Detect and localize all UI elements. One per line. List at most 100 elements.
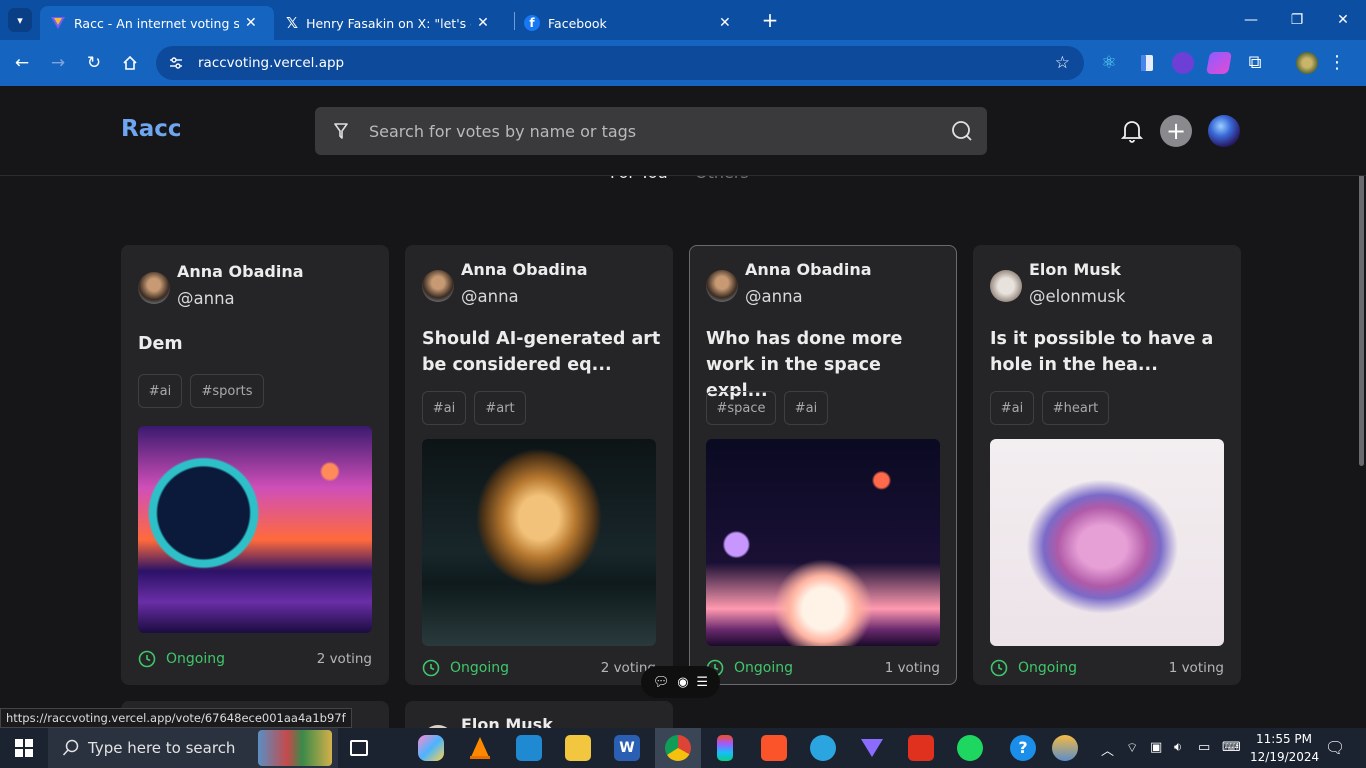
clock-icon <box>990 659 1008 677</box>
vote-card[interactable]: Anna Obadina @anna Who has done more wor… <box>689 245 957 685</box>
tag-chip[interactable]: #ai <box>784 391 828 425</box>
vlc-icon[interactable] <box>467 735 493 761</box>
avatar <box>990 270 1022 302</box>
status-ongoing: Ongoing <box>138 650 225 668</box>
copilot-icon[interactable] <box>418 735 444 761</box>
help-icon[interactable]: ? <box>1010 735 1036 761</box>
tag-chip[interactable]: #ai <box>990 391 1034 425</box>
task-view-icon[interactable] <box>350 740 368 756</box>
figma-icon[interactable] <box>717 735 733 761</box>
profile-avatar[interactable] <box>1296 52 1318 74</box>
taskbar-search[interactable]: Type here to search <box>48 728 338 768</box>
author-handle: @anna <box>461 287 519 306</box>
new-tab-button[interactable]: + <box>758 8 782 32</box>
vercel-favicon-icon <box>51 17 65 29</box>
tab-search-button[interactable]: ▾ <box>8 8 32 32</box>
star-icon[interactable]: ☆ <box>1055 53 1070 73</box>
close-window-button[interactable]: ✕ <box>1320 0 1366 40</box>
user-avatar[interactable] <box>1208 115 1240 147</box>
close-icon[interactable]: ✕ <box>245 15 257 31</box>
author-name: Anna Obadina <box>177 262 304 281</box>
tab-facebook[interactable]: f Facebook ✕ <box>514 6 748 40</box>
clock-time: 11:55 PM <box>1256 732 1312 746</box>
menu-kebab-icon[interactable]: ⋮ <box>1326 52 1348 74</box>
address-bar[interactable]: raccvoting.vercel.app ☆ <box>156 46 1084 80</box>
tab-x[interactable]: 𝕏 Henry Fasakin on X: "let's go. th ✕ <box>276 6 510 40</box>
create-vote-button[interactable]: + <box>1160 115 1192 147</box>
vote-image <box>706 439 940 646</box>
power-icon[interactable]: ▭ <box>1198 740 1210 755</box>
clock[interactable]: 11:55 PM 12/19/2024 <box>1250 730 1320 766</box>
tag-chip[interactable]: #art <box>474 391 526 425</box>
vote-image <box>422 439 656 646</box>
eye-icon[interactable]: ◉ <box>677 675 688 690</box>
clock-icon <box>138 650 156 668</box>
reload-button[interactable]: ↻ <box>81 50 107 76</box>
list-icon[interactable]: ☰ <box>696 675 708 690</box>
author-handle: @anna <box>177 289 235 308</box>
notification-icon[interactable]: 🗨︎ <box>1325 738 1345 757</box>
brave-icon[interactable] <box>761 735 787 761</box>
avatar <box>138 272 170 304</box>
vote-image <box>990 439 1224 646</box>
chevron-up-icon[interactable]: ︿ <box>1101 740 1114 759</box>
app-logo[interactable]: Racc <box>121 116 182 142</box>
extensions-puzzle-icon[interactable]: ⧉ <box>1244 52 1266 74</box>
proton-vpn-icon[interactable] <box>859 735 885 761</box>
vote-card[interactable]: Anna Obadina @anna Should AI-generated a… <box>405 245 673 685</box>
spotify-icon[interactable] <box>957 735 983 761</box>
word-icon[interactable]: W <box>614 735 640 761</box>
reload-icon: ↻ <box>86 53 102 73</box>
author-name: Anna Obadina <box>745 260 872 279</box>
vote-card[interactable]: Anna Obadina @anna Dem #ai #sports Ongoi… <box>121 245 389 685</box>
facebook-icon: f <box>524 15 540 31</box>
close-icon[interactable]: ✕ <box>477 15 489 31</box>
author-handle: @anna <box>745 287 803 306</box>
home-button[interactable] <box>117 50 143 76</box>
file-explorer-icon[interactable] <box>565 735 591 761</box>
status-text: Ongoing <box>450 660 509 676</box>
tag-chip[interactable]: #heart <box>1042 391 1109 425</box>
tab-title: Henry Fasakin on X: "let's go. th <box>306 15 471 31</box>
forward-button[interactable]: → <box>45 50 71 76</box>
vote-title[interactable]: Should AI-generated art be considered eq… <box>422 326 662 378</box>
back-button[interactable]: ← <box>9 50 35 76</box>
chevron-down-icon: ▾ <box>17 13 23 27</box>
gradient-extension-icon[interactable] <box>1206 52 1232 74</box>
acrobat-icon[interactable] <box>908 735 934 761</box>
keyboard-icon[interactable]: ⌨ <box>1222 740 1241 755</box>
vote-card-partial[interactable]: Elon Musk <box>405 701 673 728</box>
tag-chip[interactable]: #ai <box>138 374 182 408</box>
clock-date: 12/19/2024 <box>1250 750 1320 764</box>
filter-icon[interactable] <box>331 121 351 141</box>
minimize-button[interactable]: — <box>1228 0 1274 40</box>
tag-chip[interactable]: #ai <box>422 391 466 425</box>
extension-badge-icon[interactable] <box>1172 52 1194 74</box>
volume-icon[interactable]: 🔉︎ <box>1174 740 1182 755</box>
telegram-icon[interactable] <box>810 735 836 761</box>
close-icon[interactable]: ✕ <box>719 15 731 31</box>
chrome-icon[interactable] <box>665 735 691 761</box>
restore-button[interactable]: ❐ <box>1274 0 1320 40</box>
bell-icon[interactable] <box>1121 119 1143 143</box>
weather-icon[interactable] <box>1052 735 1078 761</box>
tag-chip[interactable]: #sports <box>190 374 264 408</box>
search-icon[interactable] <box>951 120 973 142</box>
tab-racc[interactable]: Racc - An internet voting space ✕ <box>40 6 274 40</box>
vote-card[interactable]: Elon Musk @elonmusk Is it possible to ha… <box>973 245 1241 685</box>
vote-title[interactable]: Dem <box>138 331 378 357</box>
document-extension-icon[interactable] <box>1136 52 1158 74</box>
search-input[interactable]: Search for votes by name or tags <box>369 122 636 141</box>
windows-start-icon[interactable] <box>15 739 33 757</box>
home-icon <box>123 55 137 70</box>
wifi-icon[interactable]: ⌔ <box>1126 740 1138 756</box>
react-devtools-icon[interactable]: ⚛ <box>1098 52 1120 74</box>
tag-chip[interactable]: #space <box>706 391 776 425</box>
battery-icon[interactable]: ▣ <box>1150 740 1162 755</box>
comment-icon[interactable]: 💬︎ <box>653 675 670 690</box>
site-settings-icon[interactable] <box>168 55 184 71</box>
vscode-icon[interactable] <box>516 735 542 761</box>
vote-title[interactable]: Is it possible to have a hole in the hea… <box>990 326 1230 378</box>
search-bar[interactable]: Search for votes by name or tags <box>315 107 987 155</box>
voting-count: 2 voting <box>316 651 372 667</box>
